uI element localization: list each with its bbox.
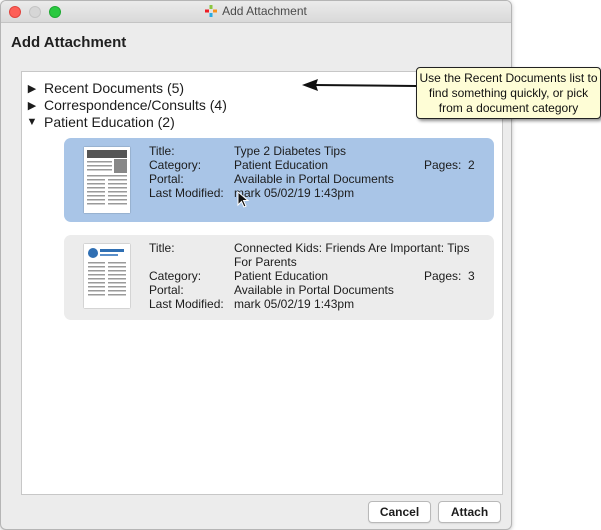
document-last-modified: mark 05/02/19 1:43pm (234, 297, 355, 311)
window-title: Add Attachment (1, 4, 511, 18)
app-logo-icon (205, 5, 218, 17)
last-modified-label: Last Modified: (149, 186, 224, 200)
attach-button[interactable]: Attach (438, 501, 501, 523)
document-page-icon (88, 248, 126, 296)
callout-arrow-icon (302, 79, 417, 91)
dialog-heading: Add Attachment (11, 34, 127, 51)
tree-item-patient-education[interactable]: ▼ Patient Education (2) (26, 114, 175, 130)
document-category: Patient Education (234, 158, 329, 172)
document-thumbnail (84, 244, 130, 308)
document-portal: Available in Portal Documents (234, 283, 394, 297)
cancel-button[interactable]: Cancel (368, 501, 431, 523)
tree-item-label: Correspondence/Consults (4) (44, 97, 227, 113)
last-modified-label: Last Modified: (149, 297, 224, 311)
portal-label: Portal: (149, 172, 184, 186)
document-pages: 2 (468, 158, 475, 172)
tree-item-label: Recent Documents (5) (44, 80, 185, 96)
triangle-right-icon[interactable]: ▶ (26, 82, 38, 95)
document-last-modified: mark 05/02/19 1:43pm (234, 186, 355, 200)
title-label: Title: (149, 241, 175, 255)
tree-item-recent-documents[interactable]: ▶ Recent Documents (5) (26, 80, 184, 96)
category-label: Category: (149, 269, 202, 283)
document-category: Patient Education (234, 269, 329, 283)
pages-label: Pages: (424, 269, 462, 283)
title-label: Title: (149, 144, 175, 158)
dialog-button-bar: Cancel Attach (1, 498, 511, 528)
tree-item-correspondence-consults[interactable]: ▶ Correspondence/Consults (4) (26, 97, 227, 113)
document-portal: Available in Portal Documents (234, 172, 394, 186)
document-page-icon (87, 150, 127, 205)
callout-note: Use the Recent Documents list to find so… (416, 67, 601, 119)
document-title: Type 2 Diabetes Tips (234, 144, 347, 158)
document-thumbnail (84, 147, 130, 213)
document-title: Connected Kids: Friends Are Important: T… (234, 241, 470, 269)
triangle-down-icon[interactable]: ▼ (26, 116, 38, 128)
document-pages: 3 (468, 269, 475, 283)
title-bar[interactable]: Add Attachment (1, 1, 511, 23)
document-card-connected-kids[interactable]: Title: Connected Kids: Friends Are Impor… (64, 235, 494, 320)
portal-label: Portal: (149, 283, 184, 297)
mouse-pointer-icon (237, 191, 250, 208)
window-title-text: Add Attachment (222, 4, 307, 18)
triangle-right-icon[interactable]: ▶ (26, 99, 38, 112)
tree-item-label: Patient Education (2) (44, 114, 175, 130)
pages-label: Pages: (424, 158, 462, 172)
category-label: Category: (149, 158, 202, 172)
document-card-diabetes-tips[interactable]: Title: Type 2 Diabetes Tips Category: Pa… (64, 138, 494, 222)
documents-panel: ▶ Recent Documents (5) ▶ Correspondence/… (21, 71, 503, 495)
